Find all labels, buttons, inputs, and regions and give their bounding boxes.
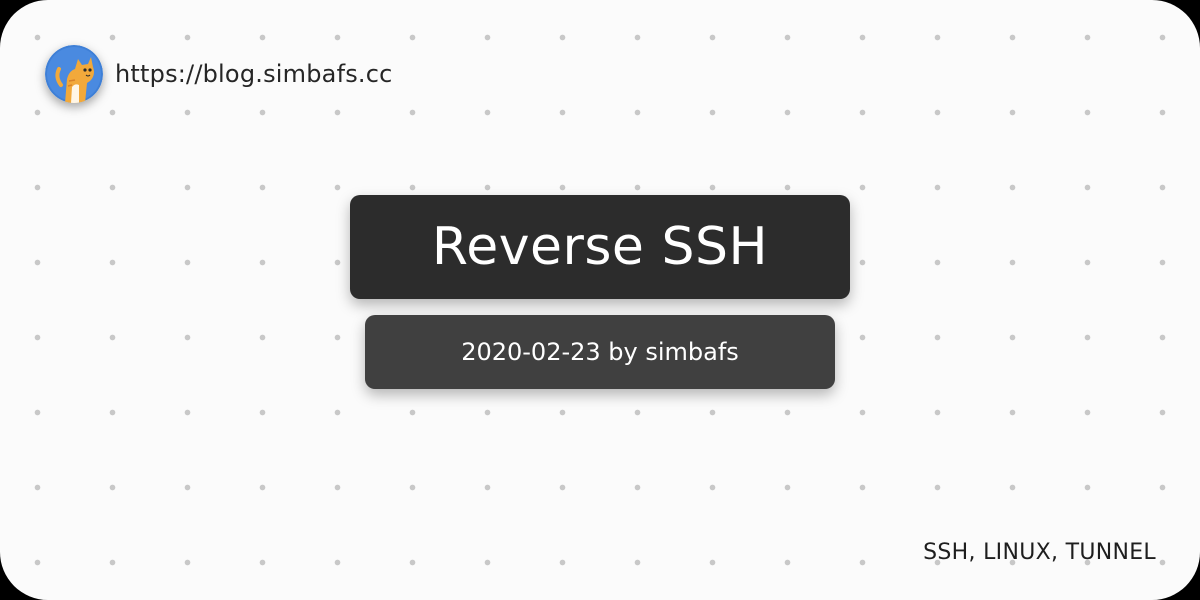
og-card: https://blog.simbafs.cc Reverse SSH 2020… — [0, 0, 1200, 600]
meta-box: 2020-02-23 by simbafs — [365, 315, 835, 389]
post-title: Reverse SSH — [431, 217, 769, 277]
title-box: Reverse SSH — [350, 195, 850, 299]
post-tags: SSH, LINUX, TUNNEL — [923, 540, 1156, 565]
cat-avatar-icon — [45, 45, 103, 103]
post-meta: 2020-02-23 by simbafs — [461, 338, 739, 366]
site-header: https://blog.simbafs.cc — [45, 45, 393, 103]
site-url[interactable]: https://blog.simbafs.cc — [115, 60, 393, 88]
